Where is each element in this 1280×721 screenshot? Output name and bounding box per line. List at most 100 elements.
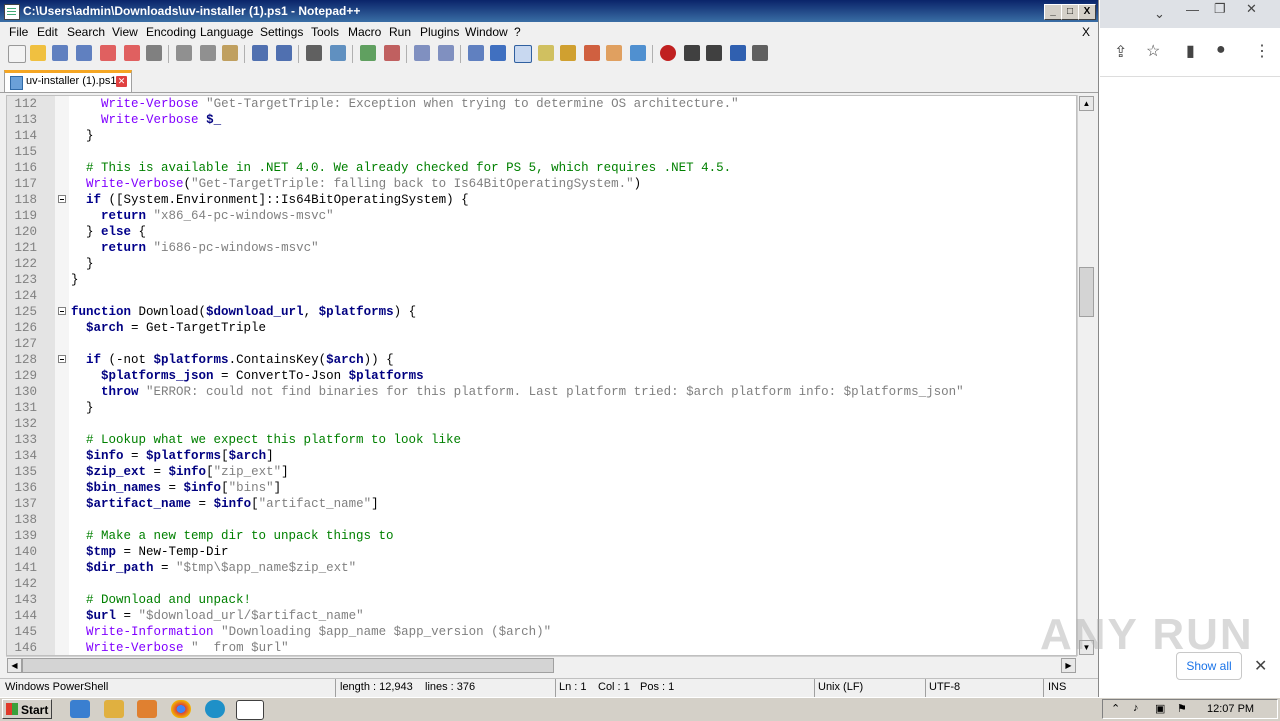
scroll-up-icon[interactable]: ▲ [1079, 96, 1094, 111]
close-file-icon[interactable] [100, 45, 116, 61]
folder-workspace-icon[interactable] [606, 45, 622, 61]
doc-map-icon[interactable] [560, 45, 576, 61]
code-editor[interactable]: 112 Write-Verbose "Get-TargetTriple: Exc… [6, 95, 1077, 656]
download-bar-close-icon[interactable]: ✕ [1254, 656, 1267, 676]
tab-uv-installer[interactable]: uv-installer (1).ps1 ✕ [4, 70, 132, 92]
status-encoding: UTF-8 [929, 681, 961, 693]
tab-close-icon[interactable]: ✕ [116, 76, 127, 87]
save-all-icon[interactable] [76, 45, 92, 61]
status-lines: lines : 376 [425, 681, 476, 693]
menu-file[interactable]: File [9, 25, 28, 39]
new-file-icon[interactable] [8, 45, 26, 63]
scroll-right-icon[interactable]: ▶ [1061, 658, 1076, 673]
zoom-in-icon[interactable] [360, 45, 376, 61]
menu-search[interactable]: Search [67, 25, 105, 39]
menu-settings[interactable]: Settings [260, 25, 303, 39]
fold-toggle-icon[interactable] [58, 307, 66, 315]
minimize-icon[interactable]: — [1186, 2, 1199, 17]
menu-macro[interactable]: Macro [348, 25, 381, 39]
show-all-downloads-button[interactable]: Show all [1176, 652, 1242, 680]
copy-icon[interactable] [200, 45, 216, 61]
status-col: Col : 1 [598, 681, 630, 693]
menu-help[interactable]: ? [514, 25, 521, 39]
undo-icon[interactable] [252, 45, 268, 61]
file-icon [10, 76, 23, 90]
code-text: # Make a new temp dir to unpack things t… [71, 529, 394, 543]
menu-encoding[interactable]: Encoding [146, 25, 196, 39]
horizontal-scrollbar[interactable]: ◀ ▶ [6, 656, 1077, 673]
record-macro-icon[interactable] [660, 45, 676, 61]
menu-tools[interactable]: Tools [311, 25, 339, 39]
chevron-down-icon[interactable]: ⌄ [1154, 6, 1165, 22]
menu-close-doc[interactable]: X [1082, 25, 1090, 39]
line-number: 125 [14, 305, 37, 319]
save-macro-icon[interactable] [752, 45, 768, 61]
edge-icon[interactable] [205, 700, 225, 718]
tray-expand-icon[interactable]: ⌃ [1111, 702, 1120, 715]
ie-icon[interactable] [70, 700, 90, 718]
code-line: 140 $tmp = New-Temp-Dir [7, 544, 1076, 560]
monitoring-icon[interactable] [630, 45, 646, 61]
scroll-left-icon[interactable]: ◀ [7, 658, 22, 673]
run-macro-multiple-icon[interactable] [730, 45, 746, 61]
vertical-scroll-thumb[interactable] [1079, 267, 1094, 317]
chrome-icon[interactable] [171, 700, 191, 718]
share-icon[interactable]: ⇪ [1114, 42, 1127, 62]
find-icon[interactable] [306, 45, 322, 61]
cut-icon[interactable] [176, 45, 192, 61]
notepadpp-window: C:\Users\admin\Downloads\uv-installer (1… [0, 0, 1099, 698]
line-number: 139 [14, 529, 37, 543]
bookmark-star-icon[interactable]: ☆ [1146, 41, 1160, 61]
indent-guide-icon[interactable] [514, 45, 532, 63]
profile-icon[interactable]: ● [1216, 41, 1226, 59]
flag-icon[interactable]: ⚑ [1177, 702, 1187, 715]
menu-language[interactable]: Language [200, 25, 253, 39]
fold-toggle-icon[interactable] [58, 355, 66, 363]
replace-icon[interactable] [330, 45, 346, 61]
stop-macro-icon[interactable] [684, 45, 700, 61]
save-icon[interactable] [52, 45, 68, 61]
udl-icon[interactable] [538, 45, 554, 61]
side-panel-icon[interactable]: ▮ [1186, 41, 1195, 61]
code-text: $tmp = New-Temp-Dir [86, 545, 229, 559]
code-line: 126 $arch = Get-TargetTriple [7, 320, 1076, 336]
function-list-icon[interactable] [584, 45, 600, 61]
menu-edit[interactable]: Edit [37, 25, 58, 39]
open-file-icon[interactable] [30, 45, 46, 61]
line-number: 137 [14, 497, 37, 511]
menu-window[interactable]: Window [465, 25, 508, 39]
code-line: 139 # Make a new temp dir to unpack thin… [7, 528, 1076, 544]
sync-horizontal-icon[interactable] [438, 45, 454, 61]
sync-vertical-icon[interactable] [414, 45, 430, 61]
fold-toggle-icon[interactable] [58, 195, 66, 203]
zoom-out-icon[interactable] [384, 45, 400, 61]
browser-close-icon[interactable]: ✕ [1246, 1, 1257, 17]
menu-view[interactable]: View [112, 25, 138, 39]
menu-plugins[interactable]: Plugins [420, 25, 459, 39]
show-all-chars-icon[interactable] [490, 45, 506, 61]
horizontal-scroll-thumb[interactable] [22, 658, 554, 673]
media-player-icon[interactable] [137, 700, 157, 718]
explorer-icon[interactable] [104, 700, 124, 718]
volume-icon[interactable]: ♪ [1133, 702, 1139, 714]
notepadpp-taskbar-icon[interactable] [236, 700, 264, 720]
more-menu-icon[interactable]: ⋮ [1254, 41, 1270, 61]
vertical-scrollbar[interactable]: ▲ ▼ [1077, 95, 1094, 656]
redo-icon[interactable] [276, 45, 292, 61]
browser-tabstrip: ⌄ — ❐ ✕ [1100, 0, 1280, 28]
paste-icon[interactable] [222, 45, 238, 61]
print-icon[interactable] [146, 45, 162, 61]
minimize-button[interactable]: _ [1044, 4, 1062, 20]
word-wrap-icon[interactable] [468, 45, 484, 61]
line-number: 112 [14, 97, 37, 111]
play-macro-icon[interactable] [706, 45, 722, 61]
restore-icon[interactable]: ❐ [1214, 1, 1226, 17]
close-button[interactable]: X [1078, 4, 1096, 20]
start-button[interactable]: Start [2, 699, 52, 719]
network-icon[interactable]: ▣ [1155, 702, 1165, 715]
maximize-button[interactable]: □ [1061, 4, 1079, 20]
code-text: $arch = Get-TargetTriple [86, 321, 267, 335]
browser-window: ⌄ — ❐ ✕ ⇪ ☆ ▮ ● ⋮ [1100, 0, 1280, 697]
menu-run[interactable]: Run [389, 25, 411, 39]
close-all-icon[interactable] [124, 45, 140, 61]
